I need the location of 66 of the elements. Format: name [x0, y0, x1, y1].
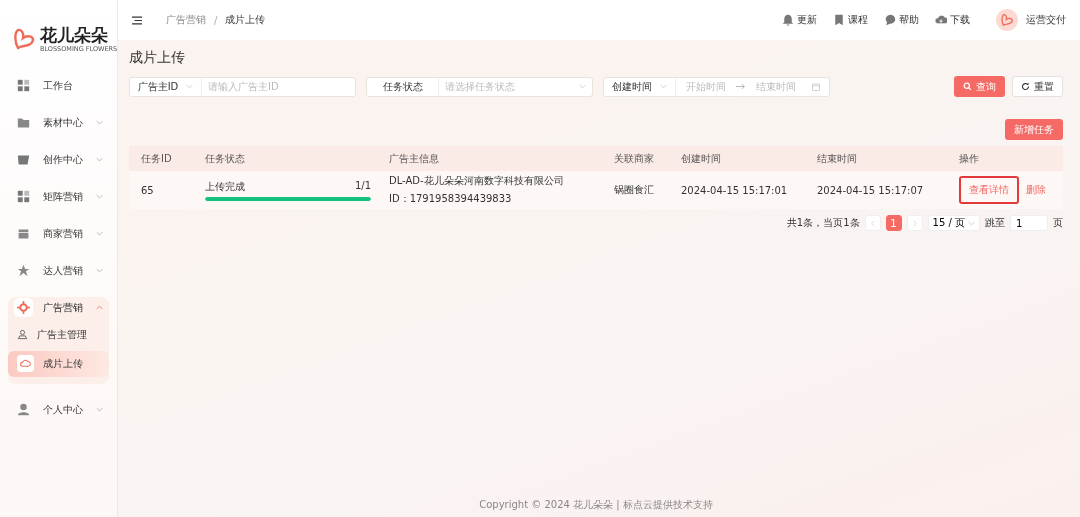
- breadcrumb-separator: /: [214, 14, 218, 26]
- chevron-icon: [968, 220, 975, 226]
- table-cell-text: 2024-04-15 15:17:01: [680, 184, 789, 196]
- progress-count: 1/1: [354, 179, 371, 193]
- menu-group[interactable]: 商家营销: [8, 222, 109, 245]
- page-title: 成片上传: [129, 49, 186, 67]
- advertiser-id: ID：1791958394439833: [389, 192, 513, 206]
- goto-field[interactable]: 1: [1010, 215, 1048, 231]
- chevron-right-icon: [912, 219, 917, 227]
- menu-item[interactable]: 工作台: [8, 74, 109, 97]
- column-header: 关联商家: [613, 151, 655, 166]
- chevron-left-icon: [870, 219, 875, 227]
- chevron-icon: [579, 84, 586, 89]
- table-cell-text: 锅圈食汇: [613, 183, 655, 197]
- logo-icon: [12, 27, 36, 52]
- submenu-item[interactable]: 广告主管理: [8, 321, 109, 348]
- table-cell-text: 65: [140, 184, 155, 196]
- header-link[interactable]: 下载: [935, 13, 970, 27]
- chat-icon: [884, 14, 896, 26]
- select-field[interactable]: 请选择任务状态: [439, 81, 579, 92]
- bell-icon: [782, 14, 794, 26]
- goto-suffix: 页: [1053, 216, 1063, 230]
- column-header: 创建时间: [680, 151, 722, 166]
- status-text: 上传完成: [205, 179, 245, 194]
- column-header: 操作: [958, 151, 980, 166]
- reset-button[interactable]: 重置: [1012, 76, 1063, 97]
- date-range-field[interactable]: 创建时间 开始时间 结束时间: [603, 76, 830, 97]
- column-header: 广告主信息: [388, 151, 440, 166]
- filter-select[interactable]: 任务状态 请选择任务状态: [366, 76, 593, 97]
- refresh-icon: [1021, 82, 1030, 91]
- chevron-icon: [186, 84, 194, 89]
- menu-group[interactable]: 素材中心: [8, 111, 109, 134]
- menu-group[interactable]: 创作中心: [8, 148, 109, 171]
- filter-label: 任务状态: [367, 77, 439, 96]
- page-size-select[interactable]: 15 / 页: [927, 215, 980, 231]
- breadcrumb-link[interactable]: 广告营销: [166, 13, 206, 27]
- goto-label: 跳至: [985, 216, 1005, 230]
- menu-group[interactable]: 广告营销: [8, 296, 109, 319]
- chevron-icon: [660, 84, 667, 89]
- pagination-summary: 共1条，当页1条: [786, 216, 860, 230]
- cloud-download-icon: [935, 14, 947, 26]
- menu-group[interactable]: 达人营销: [8, 259, 109, 282]
- advertiser-name: DL-AD-花儿朵朵河南数字科技有限公司: [389, 174, 565, 188]
- submenu-item[interactable]: 成片上传: [8, 350, 109, 377]
- arrow-icon: [736, 83, 746, 90]
- column-header: 任务状态: [204, 151, 246, 166]
- column-header: 任务ID: [140, 151, 173, 166]
- menu-group[interactable]: 矩阵营销: [8, 185, 109, 208]
- filter-type-select[interactable]: 广告主ID: [130, 77, 202, 96]
- header-link[interactable]: 帮助: [884, 13, 919, 27]
- column-header: 结束时间: [816, 151, 858, 166]
- cloud-icon: [17, 355, 34, 373]
- calendar-icon: [812, 82, 820, 91]
- menu-group[interactable]: 个人中心: [8, 398, 109, 421]
- footer-text: Copyright © 2024 花儿朵朵 | 标点云提供技术支持: [478, 498, 714, 513]
- book-icon: [833, 14, 845, 26]
- user-name[interactable]: 运营交付: [1026, 13, 1066, 27]
- logo-name: 花儿朵朵: [40, 26, 109, 45]
- avatar[interactable]: [996, 9, 1018, 31]
- breadcrumb-current: 成片上传: [225, 13, 266, 27]
- person-icon: [17, 329, 28, 341]
- header-link[interactable]: 课程: [833, 13, 868, 27]
- table-cell-text: 2024-04-15 15:17:07: [816, 184, 925, 196]
- search-icon: [963, 82, 972, 91]
- header-link[interactable]: 更新: [782, 13, 817, 27]
- menu-icon[interactable]: [132, 15, 142, 25]
